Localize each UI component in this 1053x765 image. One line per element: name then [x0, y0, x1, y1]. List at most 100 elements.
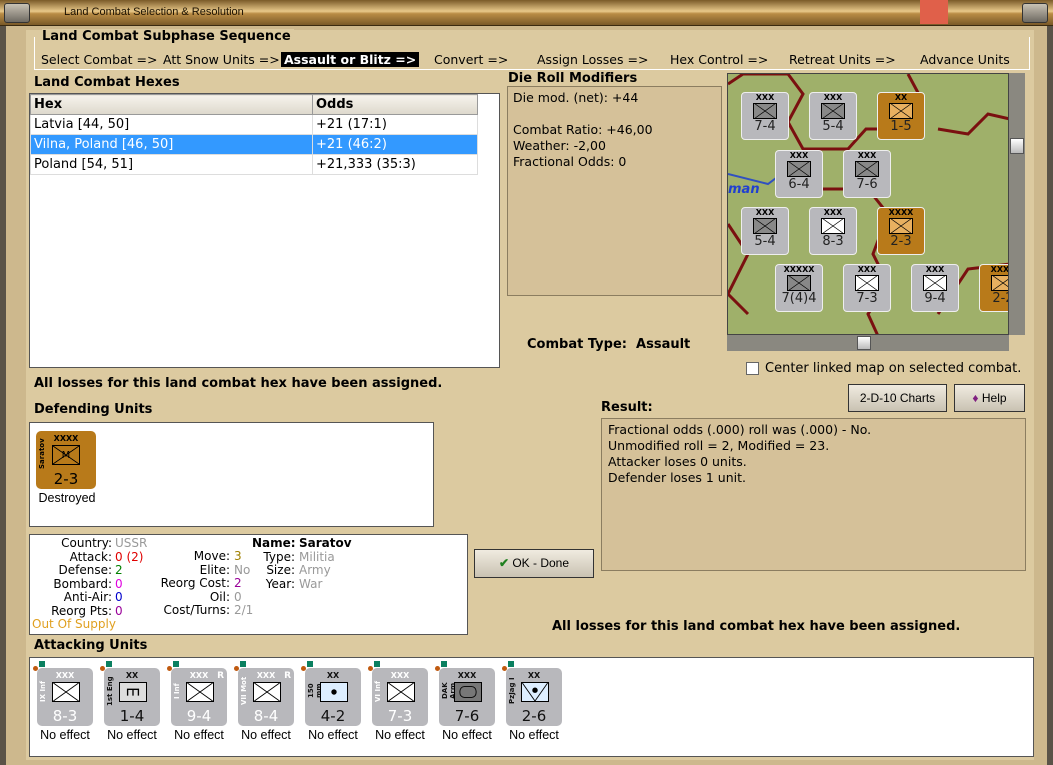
label-size: Size: — [266, 563, 295, 577]
map-counter[interactable]: XXX 8-3 — [809, 207, 857, 255]
help-button[interactable]: ♦ Help — [954, 384, 1025, 412]
map-counter[interactable]: XXXXX 7(4)4 — [775, 264, 823, 312]
unit-strength: 8-4 — [253, 707, 279, 725]
unit-result: No effect — [308, 728, 358, 742]
label-type: Type: — [263, 549, 295, 564]
counter-strength: 8-3 — [822, 234, 844, 249]
map-counter[interactable]: XXXX 2-2 — [979, 264, 1008, 312]
window-title: Land Combat Selection & Resolution — [64, 6, 244, 18]
artillery-symbol-icon — [320, 682, 348, 702]
attacking-unit[interactable]: XXX DAK Arm 7-6 No effect — [435, 661, 497, 742]
ok-done-button[interactable]: ✔ OK - Done — [474, 549, 594, 578]
label-year: Year: — [265, 576, 295, 591]
status-dot — [39, 661, 45, 667]
attacking-unit[interactable]: XXX I Inf R 9-4 No effect — [167, 661, 229, 742]
reserve-marker: R — [284, 671, 291, 681]
value-move: 3 — [234, 549, 242, 563]
table-row[interactable]: Latvia [44, 50] +21 (17:1) — [30, 114, 499, 135]
unit-name: VI Inf — [374, 680, 382, 702]
attacking-unit[interactable]: XXX VII Mot R 8-4 No effect — [234, 661, 296, 742]
value-country: USSR — [115, 536, 148, 550]
scroll-thumb[interactable] — [1010, 138, 1024, 154]
step-assign-losses: Assign Losses => — [537, 52, 649, 67]
status-dot — [508, 661, 514, 667]
charts-button[interactable]: 2-D-10 Charts — [848, 384, 947, 412]
odds-cell: +21 (17:1) — [312, 114, 478, 135]
attacking-unit[interactable]: XX 150 mm 4-2 No effect — [301, 661, 363, 742]
center-map-option[interactable]: Center linked map on selected combat. — [746, 361, 1021, 376]
counter-size: XX — [894, 93, 908, 102]
unit-result: No effect — [241, 728, 291, 742]
center-map-label: Center linked map on selected combat. — [765, 361, 1022, 376]
counter-size: XXX — [755, 208, 775, 217]
map-horizontal-scrollbar[interactable] — [727, 335, 1009, 351]
counter-strength: 7-4 — [754, 119, 776, 134]
result-line: Fractional odds (.000) roll was (.000) -… — [608, 422, 872, 437]
militia-symbol-icon: M — [52, 445, 80, 465]
unit-strength: 2-6 — [521, 707, 547, 725]
map-counter[interactable]: XXX 7-6 — [843, 150, 891, 198]
label-attack: Attack: — [69, 549, 112, 564]
col-hex[interactable]: Hex — [30, 94, 313, 115]
label-elite: Elite: — [199, 562, 230, 577]
map-counter[interactable]: XXX 5-4 — [741, 207, 789, 255]
unit-result: Destroyed — [38, 491, 96, 505]
map-counter[interactable]: XXX 9-4 — [911, 264, 959, 312]
map-counter[interactable]: XXXX 2-3 — [877, 207, 925, 255]
counter-strength: 6-4 — [788, 177, 810, 192]
table-row[interactable]: Poland [54, 51] +21,333 (35:3) — [30, 154, 499, 175]
close-button[interactable] — [1022, 3, 1048, 23]
counter-size: XXX — [823, 93, 843, 102]
label-defense: Defense: — [58, 563, 112, 577]
motorized-symbol-icon — [253, 682, 281, 702]
attacking-unit[interactable]: XX PzJag I 2-6 No effect — [502, 661, 564, 742]
attacking-title: Attacking Units — [34, 638, 148, 653]
attacking-unit[interactable]: XX 1st Eng 1-4 No effect — [100, 661, 162, 742]
attacking-unit[interactable]: XXX VI Inf 7-3 No effect — [368, 661, 430, 742]
status-dot — [173, 661, 179, 667]
unit-counter: XX 1st Eng 1-4 — [100, 661, 160, 726]
map-counter[interactable]: XXX 5-4 — [809, 92, 857, 140]
defending-title: Defending Units — [34, 402, 153, 417]
unit-name: 1st Eng — [106, 676, 114, 706]
defending-unit[interactable]: XXXX Saratov M 2-3 Destroyed — [36, 431, 98, 505]
map-counter[interactable]: XX 1-5 — [877, 92, 925, 140]
unit-name: IX Inf — [39, 680, 47, 702]
result-line: Attacker loses 0 units. — [608, 454, 747, 469]
status-dot — [106, 661, 112, 667]
map-counter[interactable]: XXX 7-3 — [843, 264, 891, 312]
center-map-checkbox[interactable] — [746, 362, 759, 375]
map-vertical-scrollbar[interactable] — [1009, 73, 1025, 335]
value-oil: 0 — [234, 589, 242, 604]
combat-type-label: Combat Type: — [527, 337, 627, 352]
die-mod-net: Die mod. (net): +44 — [513, 90, 639, 105]
value-cost-turns: 2/1 — [234, 603, 254, 617]
result-title: Result: — [601, 400, 653, 415]
unit-symbol-icon — [787, 275, 811, 291]
result-line: Unmodified roll = 2, Modified = 23. — [608, 438, 830, 453]
window-menu-button[interactable] — [4, 3, 30, 23]
map-counter[interactable]: XXX 6-4 — [775, 150, 823, 198]
scroll-thumb[interactable] — [857, 336, 871, 350]
hex-cell: Poland [54, 51] — [30, 154, 313, 175]
unit-name: PzJag I — [508, 677, 516, 705]
counter-size: XXX — [857, 151, 877, 160]
step-advance: Advance Units — [920, 52, 1010, 67]
engineer-symbol-icon — [119, 682, 147, 702]
fractional-odds: Fractional Odds: 0 — [513, 154, 627, 169]
value-attack: 0 — [115, 549, 123, 564]
map-counter[interactable]: XXX 7-4 — [741, 92, 789, 140]
reserve-marker: R — [217, 671, 224, 681]
infantry-symbol-icon — [52, 682, 80, 702]
unit-counter: XXX DAK Arm 7-6 — [435, 661, 495, 726]
losses-assigned-msg-2: All losses for this land combat hex have… — [552, 619, 961, 634]
table-row-selected[interactable]: Vilna, Poland [46, 50] +21 (46:2) — [30, 134, 499, 155]
unit-result: No effect — [174, 728, 224, 742]
attacking-unit[interactable]: XXX IX Inf 8-3 No effect — [33, 661, 95, 742]
ok-label: OK - Done — [512, 556, 570, 570]
col-odds[interactable]: Odds — [312, 94, 478, 115]
linked-map[interactable]: man XXX 7-4 XXX 5-4 XX 1-5 XXX 6-4 XXX 7-6 XX… — [727, 73, 1009, 335]
weather-mod: Weather: -2,00 — [513, 138, 606, 153]
step-retreat: Retreat Units => — [789, 52, 896, 67]
counter-size: XXX — [789, 151, 809, 160]
